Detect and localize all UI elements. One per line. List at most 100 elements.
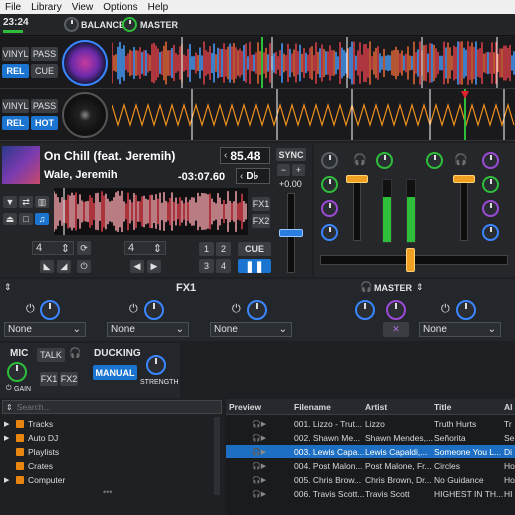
power-icon[interactable]: ⏻ — [129, 303, 138, 316]
eq-high-knob-right[interactable] — [482, 176, 499, 193]
cue-mode-button[interactable]: CUE — [31, 64, 58, 78]
tree-item[interactable]: Crates — [4, 461, 53, 471]
vinyl-button[interactable]: VINYL — [2, 99, 29, 113]
power-icon[interactable]: ⏻ — [232, 303, 241, 316]
loop-out-icon[interactable]: ◢ — [57, 260, 71, 273]
headphone-icon[interactable]: 🎧 — [69, 348, 81, 359]
bpm-display[interactable]: ‹ 85.48 — [220, 147, 270, 164]
volume-fader-right-track[interactable] — [460, 181, 468, 241]
power-icon[interactable]: ⏻ — [6, 385, 12, 393]
fx-slot2-select[interactable]: None ⌄ — [107, 322, 189, 337]
tree-item[interactable]: Playlists — [4, 447, 59, 457]
hotcue-2[interactable]: 2 — [216, 242, 231, 256]
deck-zoomed-waveform[interactable] — [54, 188, 248, 235]
cue-button[interactable]: CUE — [238, 242, 271, 256]
ducking-strength-knob[interactable] — [146, 355, 166, 375]
balance-knob[interactable] — [64, 17, 79, 32]
rel-button[interactable]: REL — [2, 64, 29, 78]
fx-master-mix-knob[interactable] — [386, 300, 406, 320]
fx-route-icon[interactable]: ✕ — [383, 322, 409, 337]
fx-slot4-select[interactable]: None ⌄ — [419, 322, 501, 337]
preview-icons[interactable]: 🎧▶ — [226, 420, 294, 428]
filter-knob-right[interactable] — [426, 152, 443, 169]
volume-fader-right-handle[interactable] — [453, 175, 475, 183]
headphone-icon[interactable]: 🎧 — [353, 153, 367, 166]
pass-button[interactable]: PASS — [31, 99, 58, 113]
menu-options[interactable]: Options — [103, 2, 137, 13]
deck1-platter[interactable] — [62, 40, 108, 86]
gain-knob-left[interactable] — [321, 152, 338, 169]
fx-slot3-knob[interactable] — [247, 300, 267, 320]
gain-knob-right[interactable] — [482, 152, 499, 169]
master-knob[interactable] — [122, 17, 137, 32]
mic-fx2-button[interactable]: FX2 — [60, 372, 78, 386]
table-row[interactable]: 🎧▶ 001. Lizzo - Trut... Lizzo Truth Hurts Tr — [226, 417, 515, 430]
pass-button[interactable]: PASS — [31, 47, 58, 61]
fx-slot2-knob[interactable] — [144, 300, 164, 320]
volume-fader-left-track[interactable] — [353, 181, 361, 241]
tree-item[interactable]: ▶ Tracks — [4, 419, 53, 429]
expand-arrow-icon[interactable]: ▶ — [4, 434, 12, 442]
cue-loop-icon[interactable]: □ — [19, 213, 33, 225]
deck1-overview-waveform[interactable] — [112, 37, 515, 88]
loop-length-2[interactable]: 4 ⇕ — [124, 241, 166, 255]
headphone-icon[interactable]: 🎧 — [454, 153, 468, 166]
table-row[interactable]: 🎧▶ 002. Shawn Me... Shawn Mendes,... Señori… — [226, 431, 515, 444]
table-row[interactable]: 🎧▶ 003. Lewis Capa... Lewis Capaldi,... Som… — [226, 445, 515, 458]
deck2-overview-waveform[interactable] — [112, 89, 515, 140]
menu-view[interactable]: View — [72, 2, 94, 13]
vinyl-button[interactable]: VINYL — [2, 47, 29, 61]
crossfader-handle[interactable] — [406, 248, 415, 272]
fx-slot1-knob[interactable] — [40, 300, 60, 320]
menu-help[interactable]: Help — [148, 2, 169, 13]
preview-icons[interactable]: 🎧▶ — [226, 476, 294, 484]
pause-icon[interactable]: ❚❚ — [238, 259, 271, 273]
music-note-icon[interactable]: ♫ — [35, 213, 49, 225]
sync-button[interactable]: SYNC — [276, 148, 306, 161]
filter-icon[interactable]: ▼ — [3, 196, 17, 208]
eq-low-knob-left[interactable] — [321, 224, 338, 241]
eq-high-knob-left[interactable] — [321, 176, 338, 193]
preview-icons[interactable]: 🎧▶ — [226, 448, 294, 456]
preview-icons[interactable]: 🎧▶ — [226, 490, 294, 498]
reloop-icon[interactable]: ⏻ — [77, 260, 91, 273]
table-row[interactable]: 🎧▶ 005. Chris Brow... Chris Brown, Dr... No… — [226, 473, 515, 486]
rel-button[interactable]: REL — [2, 116, 29, 130]
column-filename[interactable]: Filename — [294, 402, 365, 412]
mic-gain-knob[interactable] — [7, 362, 27, 382]
loop-in-icon[interactable]: ◣ — [40, 260, 54, 273]
fx-slot3-select[interactable]: None ⌄ — [210, 322, 292, 337]
loop-icon[interactable]: ⇄ — [19, 196, 33, 208]
fx-master-knob[interactable] — [355, 300, 375, 320]
eject-icon[interactable]: ⏏ — [3, 213, 17, 225]
column-title[interactable]: Title — [434, 402, 504, 412]
hotcue-4[interactable]: 4 — [216, 259, 231, 273]
table-row[interactable]: 🎧▶ 006. Travis Scott... Travis Scott HIGHES… — [226, 487, 515, 500]
menu-file[interactable]: File — [5, 2, 21, 13]
column-artist[interactable]: Artist — [365, 402, 434, 412]
talk-button[interactable]: TALK — [37, 348, 65, 362]
tree-item[interactable]: ▶ Computer — [4, 475, 65, 485]
fx-slot4-knob[interactable] — [456, 300, 476, 320]
hot-button[interactable]: HOT — [31, 116, 58, 130]
deck-fx1-button[interactable]: FX1 — [252, 197, 270, 211]
drag-handle[interactable] — [406, 143, 422, 147]
power-icon[interactable]: ⏻ — [441, 303, 450, 316]
headphone-icon[interactable]: 🎧 — [360, 282, 372, 293]
search-box[interactable]: ⇕ — [2, 400, 222, 414]
preview-icons[interactable]: 🎧▶ — [226, 462, 294, 470]
arrow-right-icon[interactable]: ▶ — [147, 260, 161, 273]
volume-fader-left-handle[interactable] — [346, 175, 368, 183]
hotcue-3[interactable]: 3 — [199, 259, 214, 273]
hotcue-1[interactable]: 1 — [199, 242, 214, 256]
loop-toggle-icon[interactable]: ⟳ — [77, 241, 91, 255]
key-display[interactable]: ‹ D♭ — [236, 168, 270, 184]
expand-arrow-icon[interactable]: ▶ — [4, 476, 12, 484]
column-album[interactable]: Al — [504, 402, 515, 412]
deck2-platter[interactable] — [62, 92, 108, 138]
loop-length-1[interactable]: 4 ⇕ — [32, 241, 74, 255]
expand-arrow-icon[interactable]: ▶ — [4, 420, 12, 428]
table-row[interactable]: 🎧▶ 004. Post Malon... Post Malone, Fr... Ci… — [226, 459, 515, 472]
search-input[interactable] — [16, 402, 197, 412]
fx-slot1-select[interactable]: None ⌄ — [4, 322, 86, 337]
